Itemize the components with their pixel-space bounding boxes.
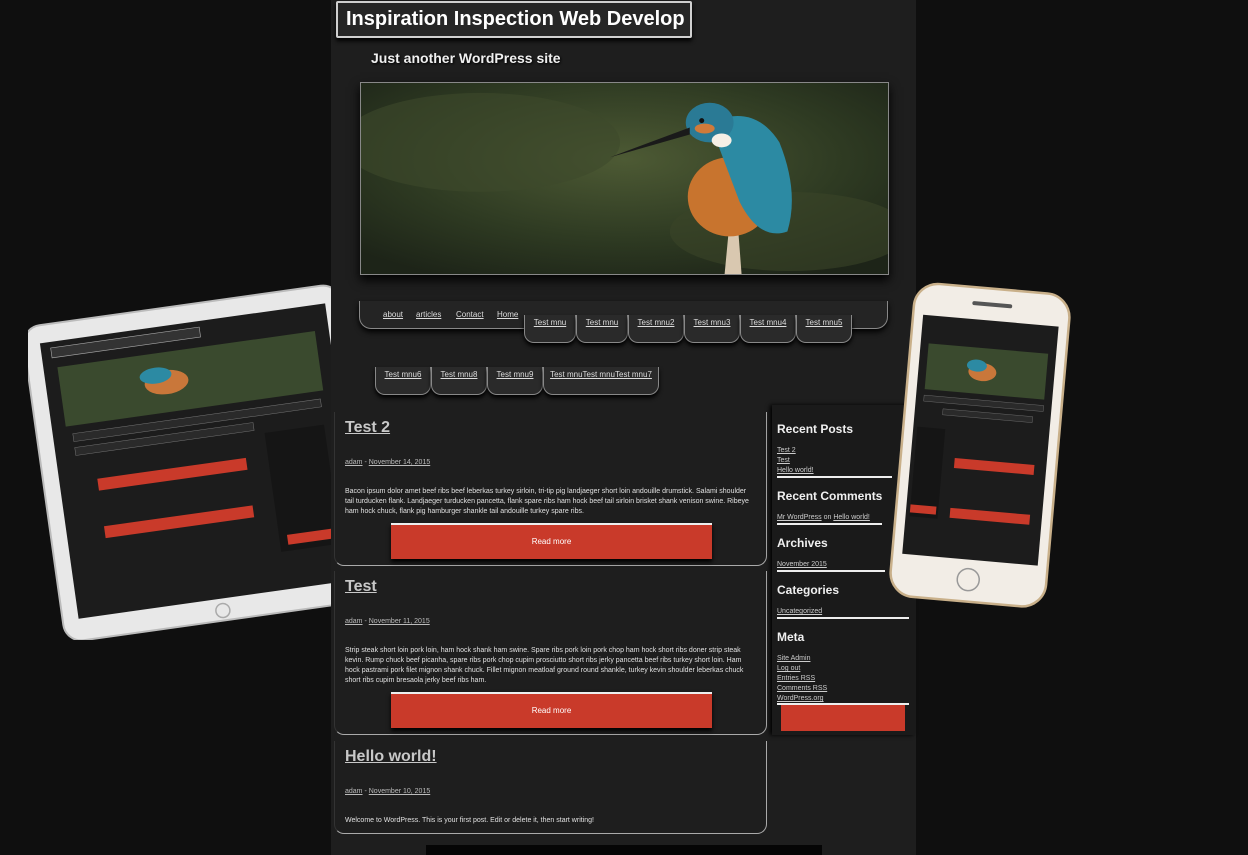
widget-heading-categories: Categories <box>777 583 840 597</box>
post-excerpt: Welcome to WordPress. This is your first… <box>345 817 594 824</box>
menu-tab[interactable]: Test mnuTest mnuTest mnu7 <box>543 367 659 395</box>
post-title[interactable]: Hello world! <box>345 748 437 766</box>
widget-divider <box>777 476 892 478</box>
post-date[interactable]: November 11, 2015 <box>369 618 430 625</box>
sidebar-red-block <box>781 703 905 731</box>
widget-divider <box>777 617 909 619</box>
post-article: Hello world! adam - November 10, 2015 We… <box>334 741 767 834</box>
post-author[interactable]: adam <box>345 459 363 466</box>
meta-link[interactable]: Comments RSS <box>777 685 827 692</box>
comment-on-text: on <box>823 514 832 521</box>
read-more-button[interactable]: Read more <box>391 523 712 559</box>
post-title[interactable]: Test 2 <box>345 419 390 437</box>
menu-item-about[interactable]: about <box>383 310 403 319</box>
recent-post-link[interactable]: Test <box>777 457 790 464</box>
widget-divider <box>777 523 882 525</box>
menu-tab[interactable]: Test mnu4 <box>740 315 796 343</box>
menu-tab-label: Test mnu <box>585 318 619 327</box>
menu-item-home[interactable]: Home <box>497 310 518 319</box>
post-title[interactable]: Test <box>345 578 377 596</box>
menu-tab-label: Test mnu8 <box>440 370 478 379</box>
recent-post-link[interactable]: Test 2 <box>777 447 796 454</box>
post-date[interactable]: November 14, 2015 <box>369 459 430 466</box>
post-date[interactable]: November 10, 2015 <box>369 788 430 795</box>
menu-tab-label: Test mnu9 <box>496 370 534 379</box>
footer-bar <box>426 845 822 855</box>
phone-mockup-icon <box>880 282 1076 608</box>
archive-link[interactable]: November 2015 <box>777 561 827 568</box>
post-article: Test 2 adam - November 14, 2015 Bacon ip… <box>334 412 767 566</box>
post-excerpt: Strip steak short loin pork loin, ham ho… <box>345 647 744 684</box>
menu-tab-label: Test mnu3 <box>693 318 731 327</box>
menu-tab-label: Test mnu4 <box>749 318 787 327</box>
post-author[interactable]: adam <box>345 618 363 625</box>
post-article: Test adam - November 11, 2015 Strip stea… <box>334 571 767 735</box>
menu-tab-label: Test mnu <box>533 318 567 327</box>
menu-tab[interactable]: Test mnu3 <box>684 315 740 343</box>
category-link[interactable]: Uncategorized <box>777 608 822 615</box>
comment-author-link[interactable]: Mr WordPress <box>777 514 822 521</box>
menu-tab-label: Test mnu6 <box>384 370 422 379</box>
menu-tab-label: Test mnuTest mnuTest mnu7 <box>550 370 652 379</box>
meta-link[interactable]: Log out <box>777 665 800 672</box>
widget-heading-recent-posts: Recent Posts <box>777 422 854 436</box>
widget-divider <box>777 570 885 572</box>
web-page: Inspiration Inspection Web Develop Just … <box>331 0 916 855</box>
widget-heading-archives: Archives <box>777 536 828 550</box>
post-meta: adam - November 11, 2015 <box>345 618 430 625</box>
menu-tab[interactable]: Test mnu <box>576 315 628 343</box>
header-image <box>360 82 889 275</box>
read-more-button[interactable]: Read more <box>391 692 712 728</box>
post-meta: adam - November 10, 2015 <box>345 788 431 795</box>
post-author[interactable]: adam <box>345 788 363 795</box>
kingfisher-photo-icon <box>361 83 888 274</box>
meta-link[interactable]: Entries RSS <box>777 675 815 682</box>
menu-tab[interactable]: Test mnu6 <box>375 367 431 395</box>
menu-tab[interactable]: Test mnu2 <box>628 315 684 343</box>
tablet-mockup-icon <box>22 284 382 642</box>
site-tagline: Just another WordPress site <box>371 50 561 66</box>
menu-tab[interactable]: Test mnu8 <box>431 367 487 395</box>
menu-tab-label: Test mnu2 <box>637 318 675 327</box>
menu-item-contact[interactable]: Contact <box>456 310 484 319</box>
meta-link[interactable]: Site Admin <box>777 655 810 662</box>
recent-post-link[interactable]: Hello world! <box>777 467 814 474</box>
site-title[interactable]: Inspiration Inspection Web Develop <box>336 1 692 38</box>
widget-heading-recent-comments: Recent Comments <box>777 489 883 503</box>
widget-heading-meta: Meta <box>777 630 805 644</box>
menu-tab[interactable]: Test mnu <box>524 315 576 343</box>
meta-link[interactable]: WordPress.org <box>777 695 824 702</box>
menu-tab-label: Test mnu5 <box>805 318 843 327</box>
post-meta: adam - November 14, 2015 <box>345 459 431 466</box>
post-excerpt: Bacon ipsum dolor amet beef ribs beef le… <box>345 488 749 515</box>
recent-comment: Mr WordPress on Hello world! <box>777 514 870 521</box>
menu-item-articles[interactable]: articles <box>416 310 441 319</box>
comment-post-link[interactable]: Hello world! <box>833 514 870 521</box>
menu-tab[interactable]: Test mnu5 <box>796 315 852 343</box>
menu-tab[interactable]: Test mnu9 <box>487 367 543 395</box>
